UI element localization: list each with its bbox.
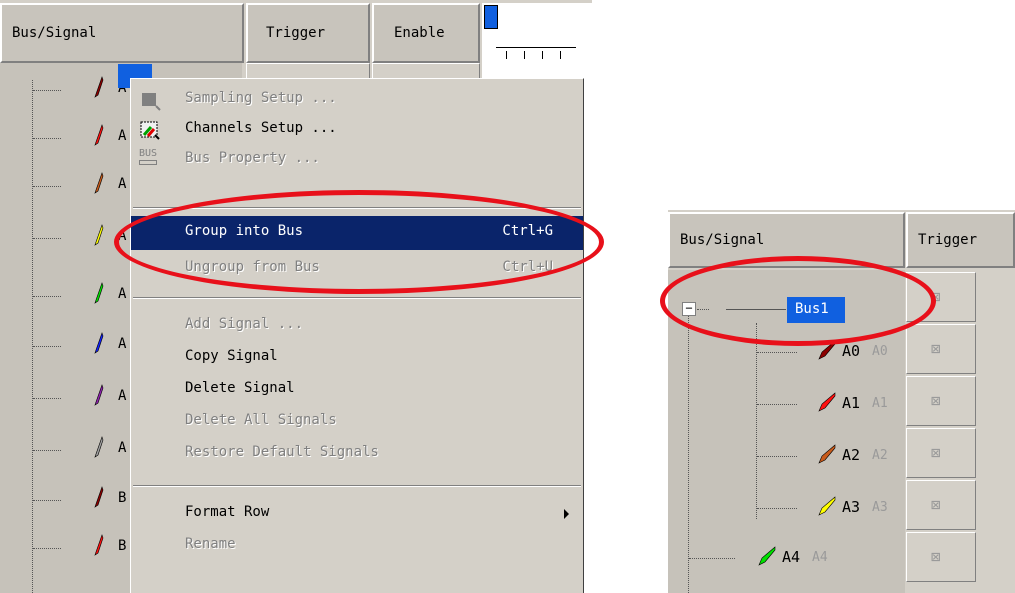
trigger-dont-care-icon: ⊠ <box>931 443 941 462</box>
menu-item-restore-default-signals[interactable]: Restore Default Signals <box>131 439 583 469</box>
bus-signal-header-label: Bus/Signal <box>12 25 97 41</box>
menu-item-sampling-setup[interactable]: Sampling Setup ... <box>131 85 583 115</box>
tree-connector <box>757 508 797 509</box>
waveform-ruler[interactable] <box>482 3 592 63</box>
tree-connector <box>757 456 797 457</box>
signal-label[interactable]: B <box>118 538 126 554</box>
signal-alias: A2 <box>872 448 888 463</box>
trigger-dont-care-icon: ⊠ <box>931 547 941 566</box>
probe-icon <box>94 436 104 458</box>
enable-header[interactable]: Enable <box>372 3 480 63</box>
signal-name[interactable]: A3 <box>842 498 860 516</box>
bus-signal-header-label: Bus/Signal <box>680 232 765 248</box>
probe-icon <box>818 444 836 464</box>
tree-connector <box>757 352 797 353</box>
tree-connector <box>33 346 61 347</box>
enable-header-label: Enable <box>394 25 445 41</box>
probe-icon <box>94 332 104 354</box>
menu-item-channels-setup[interactable]: Channels Setup ... <box>131 115 583 145</box>
menu-item-bus-property[interactable]: BUS Bus Property ... <box>131 145 583 175</box>
probe-icon <box>818 496 836 516</box>
menu-item-add-signal[interactable]: Add Signal ... <box>131 311 583 341</box>
probe-icon <box>94 124 104 146</box>
trigger-header[interactable]: Trigger <box>246 3 370 63</box>
probe-icon <box>94 172 104 194</box>
signal-label[interactable]: A <box>118 388 126 404</box>
probe-icon <box>94 76 104 98</box>
trigger-cell[interactable]: ⊠ <box>906 324 976 374</box>
signal-name[interactable]: A1 <box>842 394 860 412</box>
probe-icon <box>94 384 104 406</box>
menu-item-delete-signal[interactable]: Delete Signal <box>131 375 583 405</box>
signal-label[interactable]: A <box>118 176 126 192</box>
tree-connector <box>757 404 797 405</box>
signal-label[interactable]: A <box>118 286 126 302</box>
trigger-cell[interactable]: ⊠ <box>906 532 976 582</box>
signal-alias: A3 <box>872 500 888 515</box>
channels-setup-icon <box>140 121 160 140</box>
annotation-ellipse <box>660 256 936 346</box>
tree-connector <box>689 558 735 559</box>
submenu-arrow-icon <box>564 509 569 519</box>
tree-connector <box>33 500 61 501</box>
annotation-ellipse <box>114 190 604 294</box>
trigger-cell[interactable]: ⊠ <box>906 376 976 426</box>
menu-separator <box>133 485 581 487</box>
trigger-header[interactable]: Trigger <box>906 212 1015 268</box>
signal-label[interactable]: A <box>118 128 126 144</box>
signal-label[interactable]: A <box>118 336 126 352</box>
signal-name[interactable]: A0 <box>842 342 860 360</box>
trigger-dont-care-icon: ⊠ <box>931 495 941 514</box>
probe-icon <box>94 282 104 304</box>
tree-connector <box>33 186 61 187</box>
tree-connector <box>33 450 61 451</box>
probe-icon <box>94 224 104 246</box>
menu-item-rename[interactable]: Rename <box>131 531 583 561</box>
signal-alias: A4 <box>812 550 828 565</box>
trigger-dont-care-icon: ⊠ <box>931 339 941 358</box>
signal-name[interactable]: A2 <box>842 446 860 464</box>
cursor-marker-icon[interactable] <box>484 5 498 29</box>
context-menu: Sampling Setup ... Channels Setup ... BU… <box>130 78 584 593</box>
menu-item-delete-all-signals[interactable]: Delete All Signals <box>131 407 583 437</box>
trigger-header-label: Trigger <box>918 232 978 248</box>
signal-label[interactable]: A <box>118 440 126 456</box>
bus-property-icon: BUS <box>139 149 161 171</box>
menu-item-format-row[interactable]: Format Row <box>131 499 583 529</box>
trigger-cell[interactable]: ⊠ <box>906 480 976 530</box>
probe-icon <box>758 546 776 566</box>
probe-icon <box>818 392 836 412</box>
tree-connector <box>33 296 61 297</box>
menu-item-copy-signal[interactable]: Copy Signal <box>131 343 583 373</box>
tree-connector <box>33 548 61 549</box>
sampling-setup-icon <box>142 93 161 111</box>
probe-icon <box>94 486 104 508</box>
bus-signal-header[interactable]: Bus/Signal <box>0 3 244 63</box>
tree-connector <box>33 398 61 399</box>
tree-connector <box>33 138 61 139</box>
trigger-header-label: Trigger <box>266 25 326 41</box>
tree-connector <box>33 90 61 91</box>
signal-alias: A0 <box>872 344 888 359</box>
signal-alias: A1 <box>872 396 888 411</box>
probe-icon <box>94 534 104 556</box>
tree-connector <box>33 238 61 239</box>
trigger-cell[interactable]: ⊠ <box>906 428 976 478</box>
signal-label[interactable]: B <box>118 490 126 506</box>
trigger-dont-care-icon: ⊠ <box>931 391 941 410</box>
menu-separator <box>133 297 581 299</box>
signal-name[interactable]: A4 <box>782 548 800 566</box>
